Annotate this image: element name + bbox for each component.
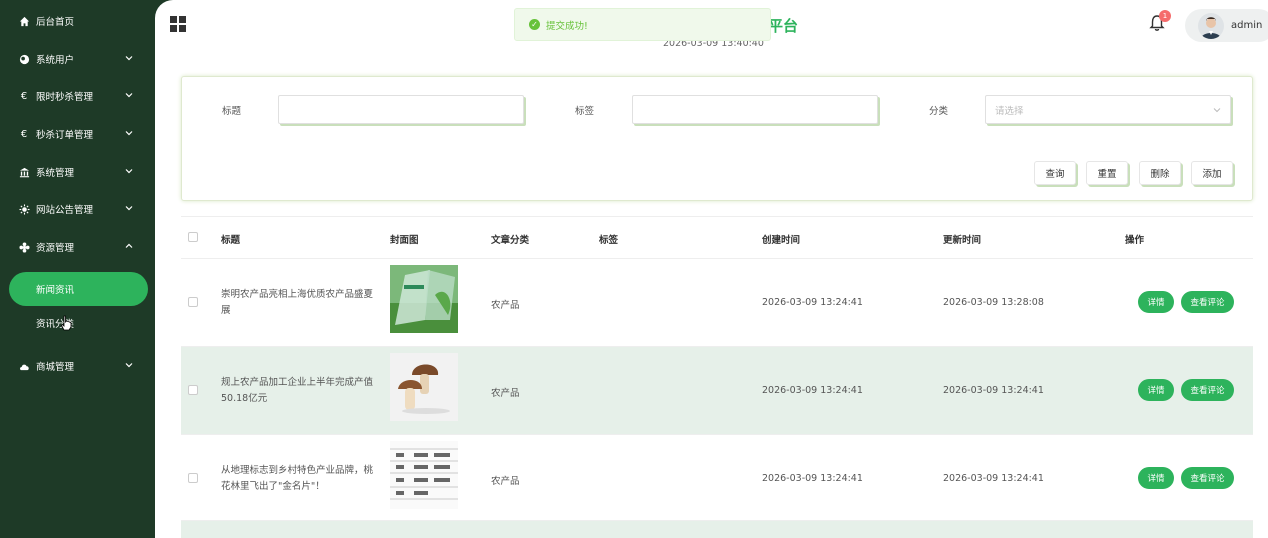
sidebar-item-label: 限时秒杀管理 (36, 92, 94, 103)
chevron-down-icon (125, 169, 133, 174)
row-updated-time: 2026-03-09 13:24:41 (943, 385, 1044, 396)
main-content: 平台 2026-03-09 13:40:40 ✓ 提交成功! 1 admin 标… (155, 0, 1268, 538)
sidebar-item-home[interactable]: 后台首页 (0, 6, 155, 36)
sidebar-item-flash-orders[interactable]: € 秒杀订单管理 (0, 119, 155, 149)
column-header: 标签 (599, 235, 619, 246)
sidebar-item-system-users[interactable]: 系统用户 (0, 44, 155, 74)
row-checkbox[interactable] (188, 385, 198, 395)
category-select[interactable]: 请选择 (985, 95, 1231, 124)
success-toast: ✓ 提交成功! (514, 8, 771, 41)
column-header: 封面图 (390, 235, 419, 246)
chevron-up-icon (125, 243, 133, 248)
check-circle-icon: ✓ (529, 19, 540, 30)
notification-badge: 1 (1159, 10, 1171, 22)
sidebar-item-label: 后台首页 (36, 17, 75, 28)
row-created-time: 2026-03-09 13:24:41 (762, 385, 863, 396)
cover-image (390, 441, 458, 509)
row-updated-time: 2026-03-09 13:24:41 (943, 473, 1044, 484)
row-checkbox[interactable] (188, 297, 198, 307)
page-title: 平台 (768, 17, 799, 35)
tag-filter-input[interactable] (632, 95, 878, 124)
row-created-time: 2026-03-09 13:24:41 (762, 297, 863, 308)
detail-button[interactable]: 详情 (1138, 467, 1174, 489)
sidebar-subitem-news[interactable]: 新闻资讯 (9, 272, 148, 306)
chevron-down-icon (125, 93, 133, 98)
row-category: 农产品 (491, 476, 520, 487)
sidebar-item-flash-sale[interactable]: € 限时秒杀管理 (0, 81, 155, 111)
row-checkbox[interactable] (188, 473, 198, 483)
table-row[interactable]: 从地理标志到乡村特色产业品牌，桃花林里飞出了"金名片"！ 农产品 2026-03… (181, 434, 1253, 522)
category-filter-label: 分类 (929, 106, 949, 117)
row-title: 从地理标志到乡村特色产业品牌，桃花林里飞出了"金名片"！ (221, 465, 374, 492)
user-icon (18, 53, 30, 65)
home-icon (18, 15, 30, 27)
chevron-down-icon (125, 56, 133, 61)
row-title: 崇明农产品亮相上海优质农产品盛夏展 (221, 289, 374, 316)
plus-icon (18, 241, 30, 253)
sidebar-item-label: 网站公告管理 (36, 205, 94, 216)
sidebar-item-system-management[interactable]: 系统管理 (0, 157, 155, 187)
delete-button[interactable]: 删除 (1139, 161, 1181, 185)
table-header: 标题 封面图 文章分类 标签 创建时间 更新时间 操作 (181, 216, 1253, 258)
tag-filter-label: 标签 (575, 106, 595, 117)
sidebar-item-label: 资源管理 (36, 243, 75, 254)
bank-icon (18, 166, 30, 178)
sidebar-item-announcements[interactable]: 网站公告管理 (0, 194, 155, 224)
column-header: 操作 (1125, 235, 1145, 246)
table-row[interactable] (181, 520, 1253, 538)
row-category: 农产品 (491, 388, 520, 399)
table-row[interactable]: 崇明农产品亮相上海优质农产品盛夏展 农产品 2026-03-09 13:24:4… (181, 258, 1253, 346)
sidebar-item-label: 系统用户 (36, 55, 75, 66)
chevron-down-icon (125, 363, 133, 368)
column-header: 标题 (221, 235, 241, 246)
euro-icon: € (20, 90, 28, 102)
sidebar: 后台首页 系统用户 € 限时秒杀管理 € 秒杀订单管理 系统管理 网站公告管理 (0, 0, 155, 538)
category-select-placeholder: 请选择 (995, 105, 1024, 117)
view-comments-button[interactable]: 查看评论 (1181, 291, 1234, 313)
sidebar-item-label: 商城管理 (36, 362, 75, 373)
detail-button[interactable]: 详情 (1138, 291, 1174, 313)
cover-image (390, 265, 458, 333)
query-button[interactable]: 查询 (1034, 161, 1076, 185)
sidebar-item-label: 系统管理 (36, 168, 75, 179)
search-panel: 标题 标签 分类 请选择 查询 重置 删除 添加 (181, 76, 1253, 201)
select-all-checkbox[interactable] (188, 232, 198, 242)
chevron-down-icon (125, 131, 133, 136)
avatar (1198, 12, 1224, 39)
sidebar-item-mall[interactable]: 商城管理 (0, 351, 155, 381)
news-table: 标题 封面图 文章分类 标签 创建时间 更新时间 操作 崇明农产品亮相上海优质农… (181, 216, 1253, 538)
view-comments-button[interactable]: 查看评论 (1181, 379, 1234, 401)
column-header: 文章分类 (491, 235, 530, 246)
chevron-down-icon (1213, 108, 1221, 113)
cloud-icon (18, 360, 30, 372)
sidebar-item-label: 秒杀订单管理 (36, 130, 94, 141)
hand-cursor-icon (61, 315, 72, 331)
row-created-time: 2026-03-09 13:24:41 (762, 473, 863, 484)
euro-icon: € (20, 128, 28, 140)
reset-button[interactable]: 重置 (1086, 161, 1128, 185)
sidebar-subitem-news-category[interactable]: 资讯分类 (9, 306, 148, 340)
view-comments-button[interactable]: 查看评论 (1181, 467, 1234, 489)
column-header: 创建时间 (762, 235, 801, 246)
row-updated-time: 2026-03-09 13:28:08 (943, 297, 1044, 308)
title-filter-input[interactable] (278, 95, 524, 124)
add-button[interactable]: 添加 (1191, 161, 1233, 185)
sidebar-subitem-label: 新闻资讯 (36, 285, 75, 296)
chevron-down-icon (125, 206, 133, 211)
title-filter-label: 标题 (222, 106, 242, 117)
detail-button[interactable]: 详情 (1138, 379, 1174, 401)
toast-message: 提交成功! (546, 20, 588, 32)
cover-image (390, 353, 458, 421)
username: admin (1231, 20, 1263, 31)
sidebar-item-resources[interactable]: 资源管理 (0, 232, 155, 262)
row-category: 农产品 (491, 300, 520, 311)
column-header: 更新时间 (943, 235, 982, 246)
sun-icon (18, 203, 30, 215)
table-row[interactable]: 规上农产品加工企业上半年完成产值50.18亿元 农产品 2026-03-09 1… (181, 346, 1253, 434)
grid-menu-icon[interactable] (170, 16, 186, 32)
row-title: 规上农产品加工企业上半年完成产值50.18亿元 (221, 377, 374, 404)
user-menu[interactable]: admin (1185, 9, 1268, 42)
